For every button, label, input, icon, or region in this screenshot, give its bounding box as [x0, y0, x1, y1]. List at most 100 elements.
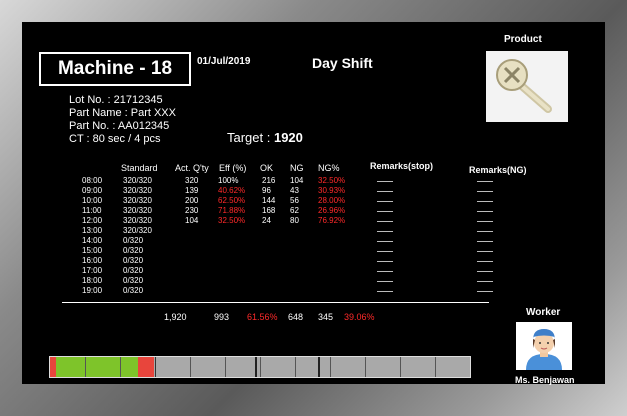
- row-time: 17:00: [82, 266, 103, 275]
- row-remark-stop: [377, 236, 393, 242]
- row-time: 19:00: [82, 286, 103, 295]
- row-remark-ng: [477, 236, 493, 242]
- table-row: 09:00 320/320 139 40.62% 96 43 30.93%: [22, 186, 605, 196]
- dashboard-screen: Machine - 18 01/Jul/2019 Day Shift Produ…: [22, 22, 605, 385]
- row-ok: 168: [262, 206, 276, 215]
- row-actual: 104: [185, 216, 199, 225]
- table-row: 14:00 0/320: [22, 236, 605, 246]
- worker-name: Ms. Benjawan: [515, 375, 575, 385]
- timeline-tick: [225, 357, 226, 377]
- total-standard: 1,920: [164, 312, 187, 322]
- header-eff: Eff (%): [219, 163, 247, 173]
- row-ok: 216: [262, 176, 276, 185]
- machine-label: Machine - 18: [39, 52, 191, 86]
- totals-separator: [62, 302, 489, 303]
- header-actual: Act. Q'ty: [175, 163, 209, 173]
- timeline-tick: [295, 357, 296, 377]
- row-remark-stop: [377, 256, 393, 262]
- row-eff: 100%: [218, 176, 239, 185]
- row-remark-stop: [377, 276, 393, 282]
- row-standard: 320/320: [123, 196, 152, 205]
- table-row: 16:00 0/320: [22, 256, 605, 266]
- status-timeline: [49, 356, 471, 378]
- row-standard: 0/320: [123, 286, 144, 295]
- row-time: 09:00: [82, 186, 103, 195]
- timeline-tick: [155, 357, 156, 377]
- timeline-segment-run: [56, 357, 138, 377]
- row-eff: 71.88%: [218, 206, 246, 215]
- timeline-segment-idle: [154, 357, 470, 377]
- row-standard: 0/320: [123, 266, 144, 275]
- total-ok: 648: [288, 312, 304, 322]
- row-standard: 320/320: [123, 206, 152, 215]
- row-standard: 320/320: [123, 186, 152, 195]
- table-row: 17:00 0/320: [22, 266, 605, 276]
- table-row: 11:00 320/320 230 71.88% 168 62 26.96%: [22, 206, 605, 216]
- row-time: 11:00: [82, 206, 102, 215]
- row-remark-stop: [377, 186, 393, 192]
- row-standard: 0/320: [123, 246, 144, 255]
- total-eff: 61.56%: [247, 312, 278, 322]
- product-image: [486, 51, 568, 122]
- header-remarks-ng: Remarks(NG): [469, 165, 527, 175]
- row-standard: 0/320: [123, 276, 144, 285]
- row-ngpct: 28.00%: [318, 196, 346, 205]
- table-row: 19:00 0/320: [22, 286, 605, 296]
- row-eff: 62.50%: [218, 196, 246, 205]
- row-remark-stop: [377, 176, 393, 182]
- row-eff: 40.62%: [218, 186, 246, 195]
- row-actual: 230: [185, 206, 199, 215]
- row-time: 10:00: [82, 196, 103, 205]
- row-actual: 200: [185, 196, 199, 205]
- row-ng: 104: [290, 176, 304, 185]
- row-remark-stop: [377, 206, 393, 212]
- product-label: Product: [504, 34, 542, 45]
- total-actual: 993: [214, 312, 230, 322]
- row-remark-stop: [377, 246, 393, 252]
- worker-photo: [516, 322, 572, 370]
- row-time: 16:00: [82, 256, 103, 265]
- row-remark-ng: [477, 206, 493, 212]
- timeline-tick: [120, 357, 121, 377]
- row-remark-ng: [477, 186, 493, 192]
- timeline-tick: [255, 357, 257, 377]
- row-remark-stop: [377, 266, 393, 272]
- row-ngpct: 26.96%: [318, 206, 346, 215]
- row-ng: 80: [290, 216, 299, 225]
- row-remark-ng: [477, 266, 493, 272]
- row-remark-stop: [377, 216, 393, 222]
- shift-label: Day Shift: [312, 55, 373, 71]
- row-ok: 96: [262, 186, 271, 195]
- row-ok: 24: [262, 216, 271, 225]
- lot-no: Lot No. : 21712345: [69, 94, 163, 106]
- row-standard: 0/320: [123, 256, 144, 265]
- row-ngpct: 32.50%: [318, 176, 346, 185]
- cycle-time: CT : 80 sec / 4 pcs: [69, 133, 161, 145]
- table-row: 15:00 0/320: [22, 246, 605, 256]
- target: Target : 1920: [227, 130, 303, 145]
- timeline-segment-stop: [138, 357, 154, 377]
- row-remark-stop: [377, 286, 393, 292]
- row-ngpct: 76.92%: [318, 216, 346, 225]
- header-ngpct: NG%: [318, 163, 340, 173]
- table-row: 13:00 320/320: [22, 226, 605, 236]
- row-remark-ng: [477, 216, 493, 222]
- timeline-tick: [435, 357, 436, 377]
- timeline-tick: [330, 357, 331, 377]
- worker-avatar-icon: [526, 329, 562, 370]
- part-no: Part No. : AA012345: [69, 120, 170, 132]
- target-label: Target :: [227, 130, 274, 145]
- table-row: 08:00 320/320 320 100% 216 104 32.50%: [22, 176, 605, 186]
- worker-label: Worker: [526, 307, 561, 318]
- timeline-tick: [190, 357, 191, 377]
- timeline-tick: [365, 357, 366, 377]
- row-time: 15:00: [82, 246, 103, 255]
- table-row: 18:00 0/320: [22, 276, 605, 286]
- target-value: 1920: [273, 130, 303, 145]
- table-row: 10:00 320/320 200 62.50% 144 56 28.00%: [22, 196, 605, 206]
- row-remark-stop: [377, 226, 393, 232]
- row-standard: 320/320: [123, 226, 152, 235]
- row-standard: 320/320: [123, 176, 152, 185]
- row-ng: 43: [290, 186, 299, 195]
- total-ng: 345: [318, 312, 334, 322]
